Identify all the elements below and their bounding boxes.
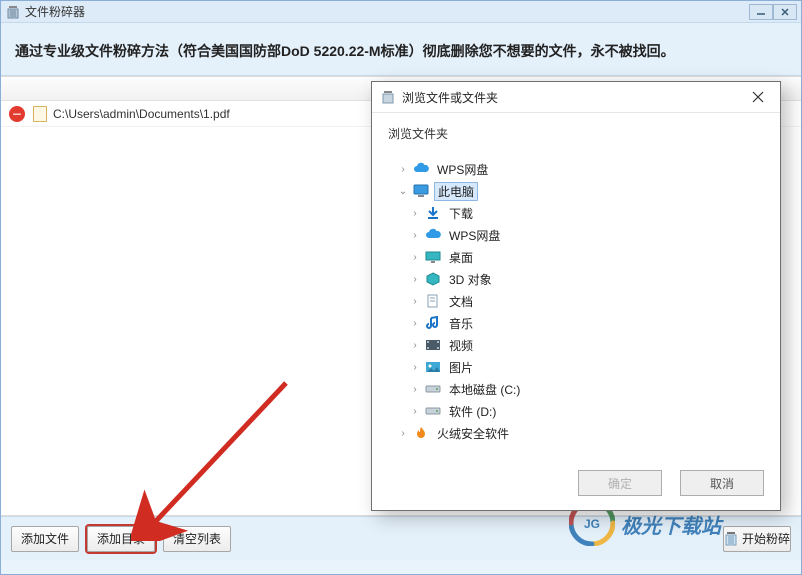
tree-expander-icon[interactable]: › [408,340,422,351]
browse-folder-dialog: 浏览文件或文件夹 浏览文件夹 › WPS网盘 ⌄ 此电脑 › 下载 › WPS网盘 › 桌面 › 3D… [371,81,781,511]
tree-expander-icon[interactable]: ⌄ [396,186,410,197]
start-shred-button[interactable]: 开始粉碎 [723,526,791,552]
dialog-ok-button[interactable]: 确定 [578,470,662,496]
bottom-toolbar: 添加文件 添加目录 清空列表 开始粉碎 [1,516,801,560]
dialog-title-text: 浏览文件或文件夹 [402,89,744,106]
clear-list-button[interactable]: 清空列表 [163,526,231,552]
tree-item-label: WPS网盘 [434,161,491,178]
cloud-icon [412,161,430,177]
tree-item[interactable]: › 3D 对象 [384,268,768,290]
minimize-button[interactable] [749,4,773,20]
tree-item-label: 火绒安全软件 [434,425,512,442]
tree-item-label: 软件 (D:) [446,403,499,420]
fire-icon [412,425,430,441]
music-icon [424,315,442,331]
tree-item[interactable]: ⌄ 此电脑 [384,180,768,202]
download-icon [424,205,442,221]
remove-file-icon[interactable]: － [9,106,25,122]
add-file-button[interactable]: 添加文件 [11,526,79,552]
drive-icon [424,403,442,419]
tree-item[interactable]: › 本地磁盘 (C:) [384,378,768,400]
drive-icon [424,381,442,397]
file-icon [33,106,47,122]
tree-expander-icon[interactable]: › [408,230,422,241]
tree-item-label: 视频 [446,337,476,354]
tree-item[interactable]: › 桌面 [384,246,768,268]
cloud-icon [424,227,442,243]
tree-item-label: 文档 [446,293,476,310]
desktop-icon [424,249,442,265]
tree-expander-icon[interactable]: › [408,274,422,285]
video-icon [424,337,442,353]
tree-item-label: 3D 对象 [446,271,495,288]
file-path: C:\Users\admin\Documents\1.pdf [53,107,230,121]
tree-item[interactable]: › 视频 [384,334,768,356]
tree-item-label: 图片 [446,359,476,376]
shred-icon [724,532,738,546]
tree-item-label: 本地磁盘 (C:) [446,381,523,398]
tree-expander-icon[interactable]: › [396,428,410,439]
folder-tree[interactable]: › WPS网盘 ⌄ 此电脑 › 下载 › WPS网盘 › 桌面 › 3D 对象 › 文档 › 音乐 › 视频 › 图片… [382,154,770,450]
dialog-app-icon [380,89,396,105]
tree-expander-icon[interactable]: › [408,318,422,329]
tree-expander-icon[interactable]: › [408,384,422,395]
tree-item-label: 此电脑 [434,182,478,201]
tree-item[interactable]: › 火绒安全软件 [384,422,768,444]
tree-item[interactable]: › 软件 (D:) [384,400,768,422]
main-window: 文件粉碎器 通过专业级文件粉碎方法（符合美国国防部DoD 5220.22-M标准… [0,0,802,575]
tree-item[interactable]: › 下载 [384,202,768,224]
dialog-titlebar: 浏览文件或文件夹 [372,82,780,112]
tree-item[interactable]: › WPS网盘 [384,158,768,180]
start-shred-label: 开始粉碎 [742,530,790,547]
dialog-cancel-button[interactable]: 取消 [680,470,764,496]
tree-item[interactable]: › 文档 [384,290,768,312]
tree-expander-icon[interactable]: › [408,296,422,307]
description-text: 通过专业级文件粉碎方法（符合美国国防部DoD 5220.22-M标准）彻底删除您… [1,23,801,76]
titlebar: 文件粉碎器 [1,1,801,23]
tree-item[interactable]: › 图片 [384,356,768,378]
tree-item-label: WPS网盘 [446,227,503,244]
add-directory-button[interactable]: 添加目录 [87,526,155,552]
window-title: 文件粉碎器 [25,3,749,20]
tree-expander-icon[interactable]: › [408,362,422,373]
tree-expander-icon[interactable]: › [396,164,410,175]
tree-item[interactable]: › 音乐 [384,312,768,334]
close-button[interactable] [773,4,797,20]
image-icon [424,359,442,375]
tree-expander-icon[interactable]: › [408,208,422,219]
tree-item-label: 下载 [446,205,476,222]
tree-expander-icon[interactable]: › [408,406,422,417]
cube-icon [424,271,442,287]
dialog-close-button[interactable] [744,87,772,107]
dialog-subtitle: 浏览文件夹 [372,113,780,148]
pc-icon [412,183,430,199]
tree-expander-icon[interactable]: › [408,252,422,263]
tree-item[interactable]: › WPS网盘 [384,224,768,246]
app-icon [5,4,21,20]
doc-icon [424,293,442,309]
tree-item-label: 音乐 [446,315,476,332]
tree-item-label: 桌面 [446,249,476,266]
